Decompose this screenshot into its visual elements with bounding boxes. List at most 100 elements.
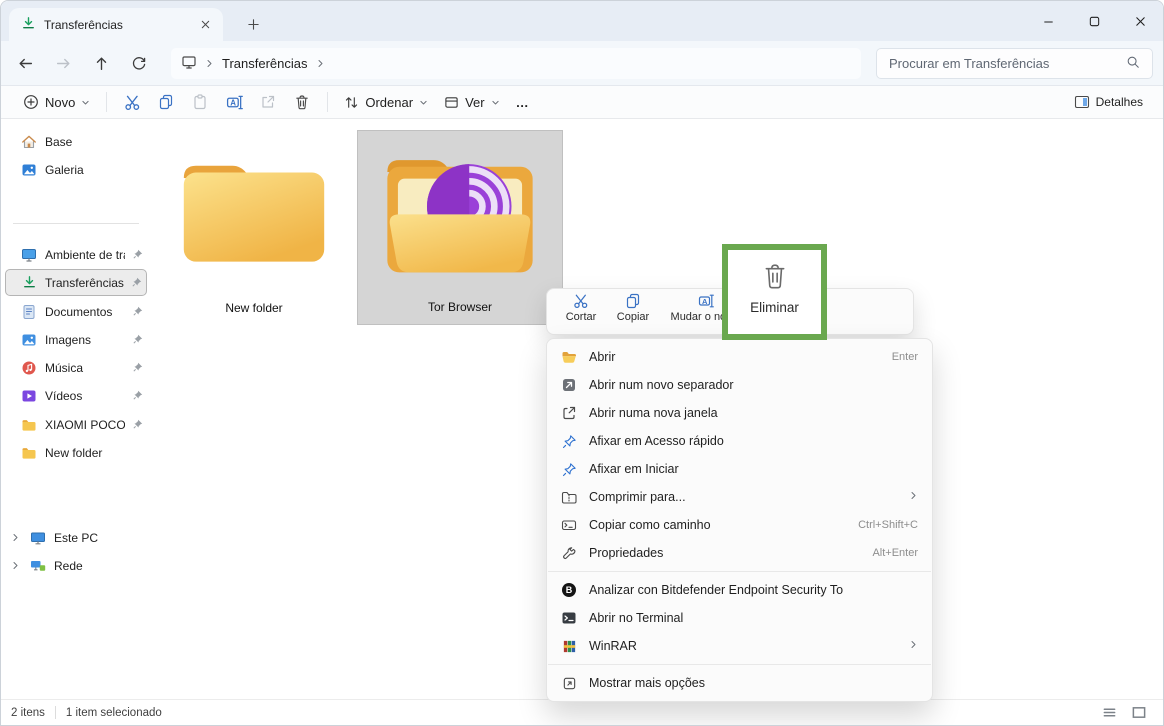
menu-item-afixar-iniciar[interactable]: Afixar em Iniciar (551, 455, 928, 483)
refresh-button[interactable] (123, 48, 155, 78)
window-controls (1025, 1, 1163, 41)
sidebar-item-xiaomi-poco[interactable]: XIAOMI POCO F (5, 411, 147, 438)
copy-button[interactable] (149, 89, 183, 115)
tab-label: Transferências (44, 18, 195, 32)
sidebar-item-documentos[interactable]: Documentos (5, 298, 147, 325)
file-tile-tor-browser[interactable]: Tor Browser (357, 130, 563, 325)
up-button[interactable] (85, 48, 117, 78)
pin-icon (133, 305, 143, 319)
cut-label: Cortar (566, 311, 597, 323)
folder-icon (21, 417, 37, 433)
this-pc-monitor-icon (181, 54, 197, 73)
sidebar-item-base[interactable]: Base (5, 128, 147, 155)
status-bar: 2 itens 1 item selecionado (1, 699, 1163, 725)
thumbnail-view-icon[interactable] (1131, 705, 1147, 720)
minimize-button[interactable] (1025, 1, 1071, 41)
tab-transferencias[interactable]: Transferências (9, 8, 223, 41)
menu-item-winrar[interactable]: WinRAR (551, 632, 928, 660)
breadcrumb-item[interactable]: Transferências (222, 56, 308, 71)
gallery-icon (21, 162, 37, 178)
sidebar: Base Galeria Ambiente de tra Transferênc… (1, 119, 151, 701)
sidebar-item-rede[interactable]: Rede (5, 552, 147, 579)
chevron-down-icon (491, 98, 500, 107)
copy-path-icon (561, 517, 577, 533)
menu-item-propriedades[interactable]: Propriedades Alt+Enter (551, 539, 928, 567)
back-button[interactable] (9, 48, 41, 78)
copy-menu-button[interactable]: Copiar (609, 293, 657, 323)
delete-button[interactable] (285, 89, 319, 115)
details-pane-label: Detalhes (1096, 95, 1143, 109)
trash-icon[interactable] (762, 262, 788, 290)
menu-item-mostrar-mais-opcoes[interactable]: Mostrar mais opções (551, 669, 928, 697)
pictures-icon (21, 332, 37, 348)
menu-item-bitdefender-scan[interactable]: B Analizar con Bitdefender Endpoint Secu… (551, 576, 928, 604)
search-input[interactable]: Procurar em Transferências (876, 48, 1153, 79)
sort-arrows-icon (344, 95, 359, 110)
cut-icon (573, 293, 589, 309)
menu-item-copiar-como-caminho[interactable]: Copiar como caminho Ctrl+Shift+C (551, 511, 928, 539)
pin-icon (133, 389, 143, 403)
chevron-right-icon[interactable] (11, 531, 20, 545)
sidebar-item-imagens[interactable]: Imagens (5, 326, 147, 353)
maximize-button[interactable] (1071, 1, 1117, 41)
documents-icon (21, 304, 37, 320)
sidebar-item-label: Transferências (45, 276, 124, 290)
menu-item-afixar-acesso-rapido[interactable]: Afixar em Acesso rápido (551, 427, 928, 455)
pin-icon (132, 276, 142, 290)
delete-menu-button[interactable]: Eliminar (750, 300, 799, 315)
file-tile-new-folder[interactable]: New folder (151, 130, 357, 325)
folder-open-icon (561, 349, 577, 365)
bitdefender-icon: B (561, 582, 577, 598)
list-view-icon[interactable] (1102, 705, 1117, 720)
sort-button-label: Ordenar (365, 95, 413, 110)
new-button[interactable]: Novo (15, 90, 98, 114)
view-button[interactable]: Ver (436, 91, 508, 114)
rename-button[interactable]: A (217, 89, 251, 115)
sidebar-item-ambiente-de-trabalho[interactable]: Ambiente de tra (5, 241, 147, 268)
copy-label: Copiar (617, 311, 649, 323)
sort-button[interactable]: Ordenar (336, 91, 436, 114)
menu-separator (548, 664, 931, 665)
home-icon (21, 134, 37, 150)
tab-close-icon[interactable] (195, 15, 215, 35)
close-button[interactable] (1117, 1, 1163, 41)
search-placeholder: Procurar em Transferências (889, 56, 1126, 71)
share-button[interactable] (251, 89, 285, 115)
menu-item-abrir-terminal[interactable]: Abrir no Terminal (551, 604, 928, 632)
details-pane-button[interactable]: Detalhes (1068, 90, 1149, 114)
menu-item-abrir[interactable]: Abrir Enter (551, 343, 928, 371)
this-pc-icon (30, 530, 46, 546)
breadcrumb[interactable]: Transferências (171, 48, 861, 79)
menu-item-comprimir-para[interactable]: Comprimir para... (551, 483, 928, 511)
navigation-bar: Transferências Procurar em Transferência… (1, 41, 1163, 86)
network-icon (30, 558, 46, 574)
more-options-button[interactable]: … (508, 91, 538, 114)
cut-menu-button[interactable]: Cortar (557, 293, 605, 323)
sidebar-item-este-pc[interactable]: Este PC (5, 524, 147, 551)
forward-button[interactable] (47, 48, 79, 78)
svg-text:B: B (566, 585, 573, 595)
copy-icon (625, 293, 641, 309)
sidebar-item-videos[interactable]: Vídeos (5, 382, 147, 409)
sidebar-item-transferencias[interactable]: Transferências (5, 269, 147, 296)
new-button-label: Novo (45, 95, 75, 110)
menu-item-abrir-novo-separador[interactable]: Abrir num novo separador (551, 371, 928, 399)
chevron-right-icon[interactable] (11, 559, 20, 573)
search-icon[interactable] (1126, 55, 1140, 72)
status-divider (55, 706, 56, 719)
chevron-down-icon (419, 98, 428, 107)
paste-button[interactable] (183, 89, 217, 115)
videos-icon (21, 388, 37, 404)
sidebar-item-label: Música (45, 361, 125, 375)
downloads-icon (22, 275, 37, 290)
menu-item-abrir-nova-janela[interactable]: Abrir numa nova janela (551, 399, 928, 427)
cut-button[interactable] (115, 89, 149, 115)
sidebar-item-musica[interactable]: Música (5, 354, 147, 381)
new-tab-button[interactable] (241, 12, 265, 36)
show-more-options-icon (561, 675, 577, 691)
properties-wrench-icon (561, 545, 577, 561)
sidebar-item-galeria[interactable]: Galeria (5, 156, 147, 183)
sidebar-item-label: XIAOMI POCO F (45, 418, 125, 432)
sidebar-item-new-folder[interactable]: New folder (5, 439, 147, 466)
folder-icon (173, 142, 335, 276)
